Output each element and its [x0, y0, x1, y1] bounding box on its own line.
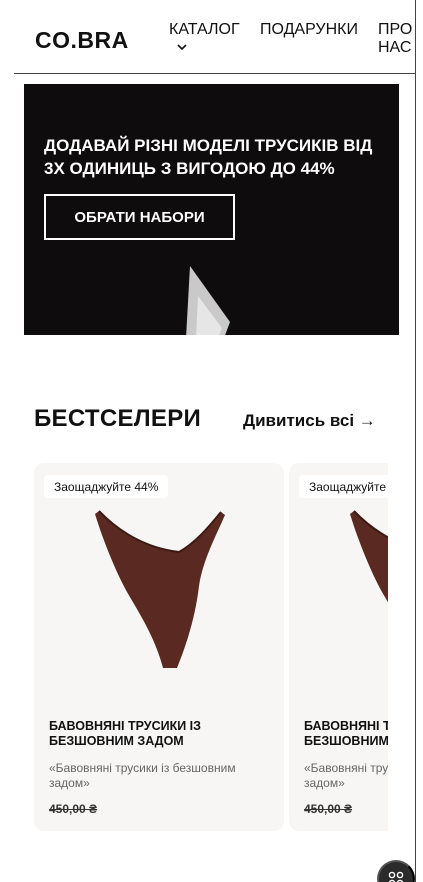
product-card[interactable]: Заощаджуйте 44% БАВОВНЯНІ ТРУСИКИ ІЗ БЕЗ…: [289, 463, 388, 831]
grid-icon: [388, 871, 404, 882]
product-price: 450,00 ₴: [304, 802, 353, 816]
product-price: 450,00 ₴: [49, 802, 98, 816]
choose-sets-button[interactable]: ОБРАТИ НАБОРИ: [44, 194, 235, 240]
bestsellers-title: БЕСТСЕЛЕРИ: [34, 405, 202, 432]
product-carousel[interactable]: Заощаджуйте 44% БАВОВНЯНІ ТРУСИКИ ІЗ БЕЗ…: [34, 463, 388, 833]
product-description: «Бавовняні трусики із безшовним задом»: [304, 761, 388, 790]
product-card[interactable]: Заощаджуйте 44% БАВОВНЯНІ ТРУСИКИ ІЗ БЕЗ…: [34, 463, 284, 831]
site-logo[interactable]: CO.BRA: [35, 27, 129, 54]
promo-banner: ДОДАВАЙ РІЗНІ МОДЕЛІ ТРУСИКІВ ВІД 3Х ОДИ…: [24, 84, 399, 335]
product-description: «Бавовняні трусики із безшовним задом»: [49, 761, 236, 790]
nav-gifts[interactable]: ПОДАРУНКИ: [260, 21, 358, 39]
product-image[interactable]: [344, 508, 388, 678]
chat-widget-button[interactable]: [377, 860, 415, 882]
nav-about[interactable]: ПРО НАС: [378, 21, 418, 57]
discount-badge: Заощаджуйте 44%: [44, 475, 169, 498]
see-all-link[interactable]: Дивитись всі →: [243, 411, 376, 431]
page-right-border: [415, 0, 416, 882]
banner-title: ДОДАВАЙ РІЗНІ МОДЕЛІ ТРУСИКІВ ВІД 3Х ОДИ…: [44, 136, 373, 178]
product-image[interactable]: [89, 508, 229, 678]
page-left-margin: [0, 0, 14, 882]
chevron-down-icon[interactable]: [177, 42, 187, 52]
product-name[interactable]: БАВОВНЯНІ ТРУСИКИ ІЗ БЕЗШОВНИМ ЗАДОМ: [304, 719, 388, 749]
discount-badge: Заощаджуйте 44%: [299, 475, 388, 498]
banner-image: [186, 266, 230, 335]
site-header: CO.BRA КАТАЛОГ ПОДАРУНКИ ПРО НАС: [14, 0, 416, 74]
nav-catalog[interactable]: КАТАЛОГ: [169, 21, 240, 39]
product-name[interactable]: БАВОВНЯНІ ТРУСИКИ ІЗ БЕЗШОВНИМ ЗАДОМ: [49, 719, 274, 749]
